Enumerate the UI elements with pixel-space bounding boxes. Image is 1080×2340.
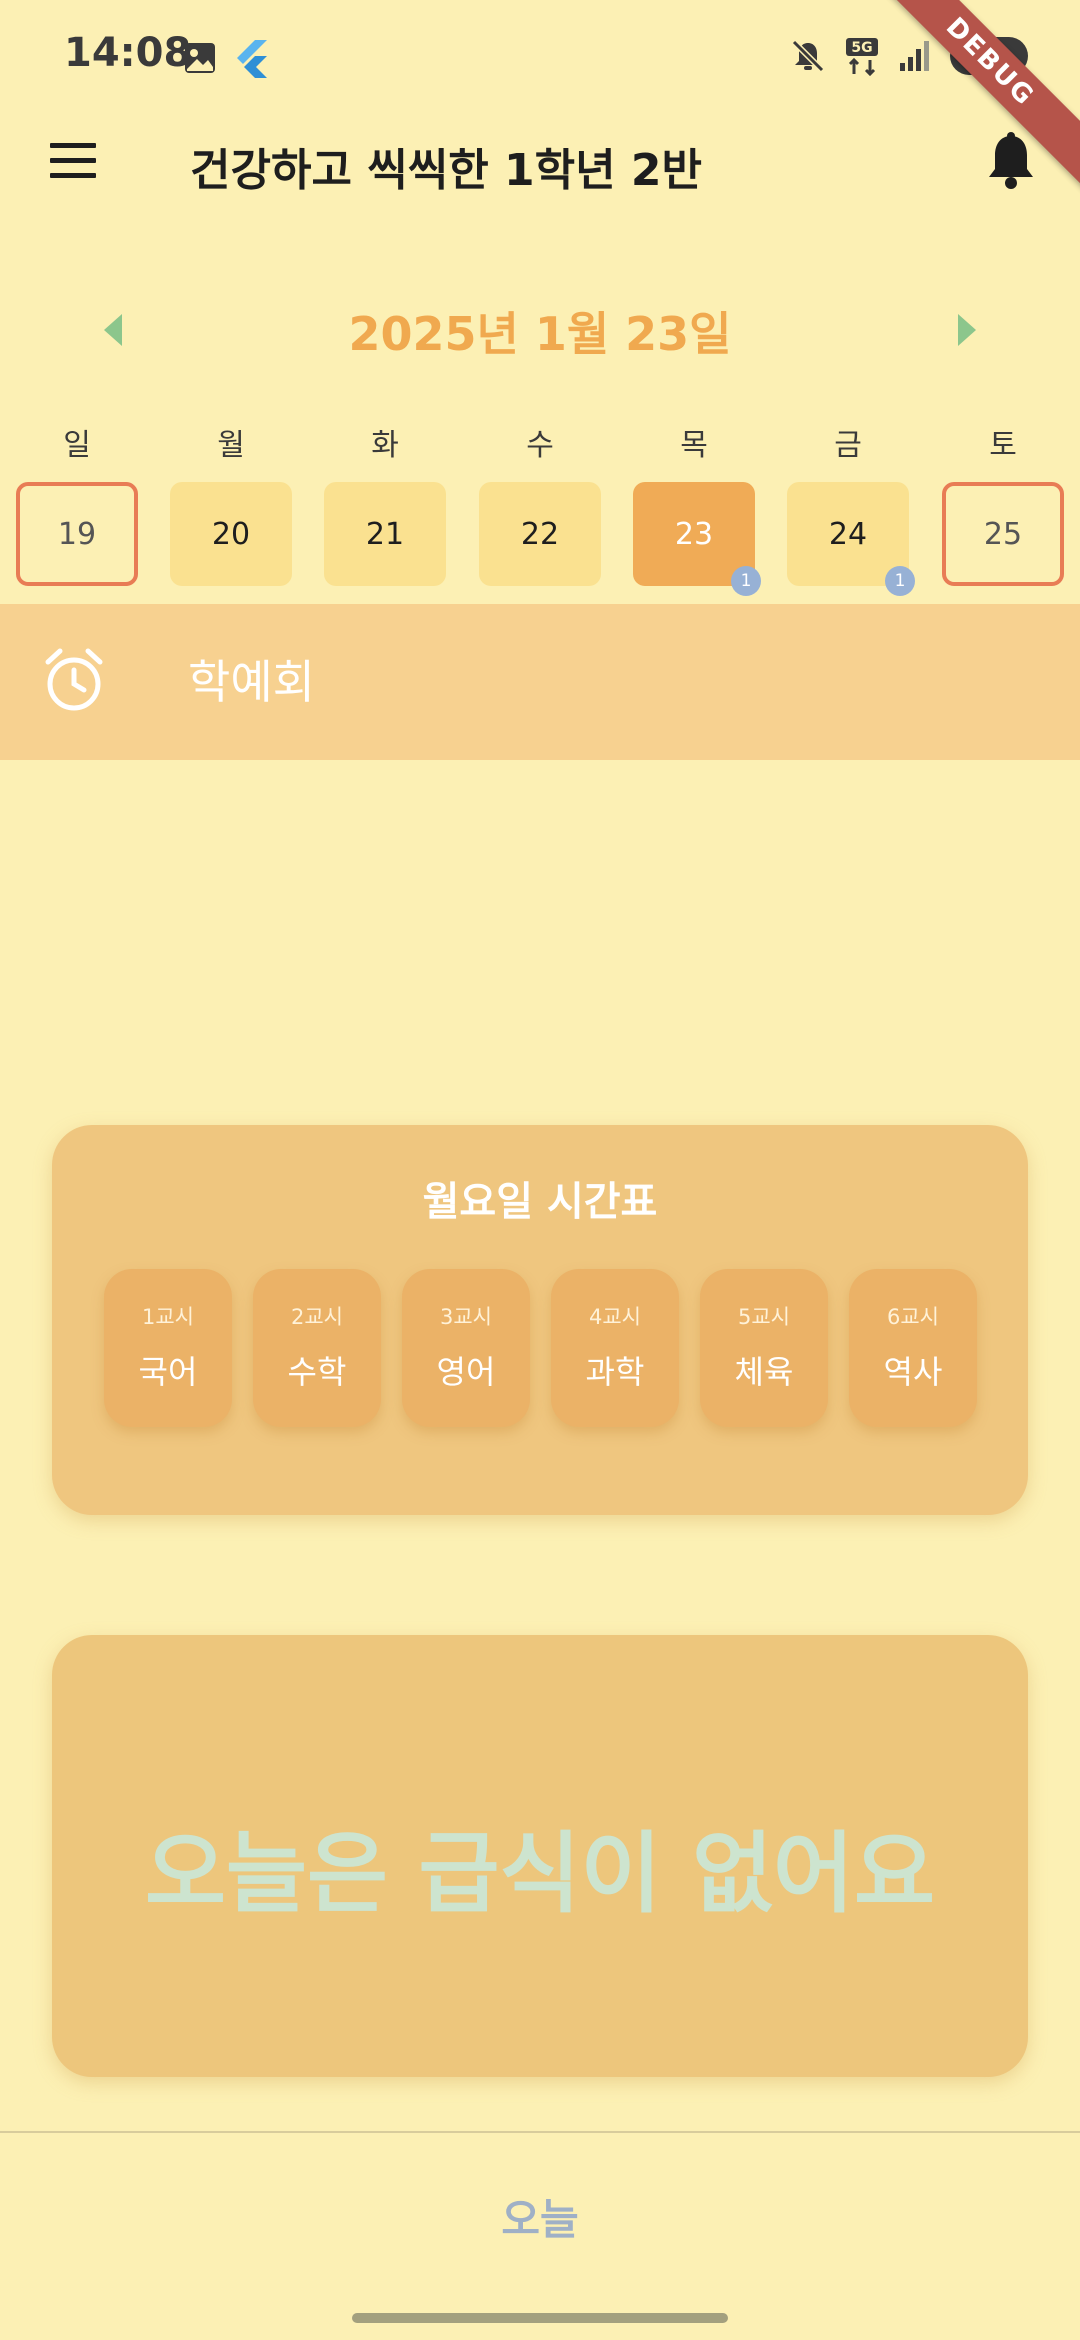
home-indicator[interactable] [352,2313,728,2323]
hamburger-menu-icon [50,143,96,178]
day-cell-monday[interactable]: 20 [170,482,292,586]
period-number: 3교시 [439,1305,492,1329]
flutter-icon [237,40,267,78]
gallery-icon [185,43,215,73]
weekday-header-row: 일 월 화 수 목 금 토 [0,420,1080,470]
day-number: 19 [57,516,97,552]
alarm-clock-icon [45,648,103,711]
period-subject: 국어 [138,1353,198,1391]
period-number: 2교시 [290,1305,343,1329]
day-number: 25 [983,516,1023,552]
period-number: 5교시 [737,1305,790,1329]
period-subject: 체육 [734,1353,794,1391]
timetable-card: 월요일 시간표 1교시 국어 2교시 수학 3교시 영어 4교시 과학 5교시 … [52,1125,1028,1515]
day-number: 24 [828,516,868,552]
status-time: 14:08 [64,30,192,76]
timetable-title: 월요일 시간표 [422,1179,658,1225]
bottom-divider [0,2131,1080,2133]
weekday-label: 목 [680,428,708,463]
day-number: 22 [520,516,560,552]
notification-button[interactable] [978,128,1044,194]
network-5g-icon: 5G [846,38,878,76]
day-number: 20 [211,516,251,552]
app-screen: 14:08 5G DEBUG 건강하고 씩씩한 1학년 2반 2025년 1월 … [0,0,1080,2340]
weekday-label: 수 [526,428,554,463]
day-number: 21 [365,516,405,552]
meal-card: 오늘은 급식이 없어요 [52,1635,1028,2077]
period-card[interactable]: 2교시 수학 [253,1269,381,1427]
menu-button[interactable] [40,130,106,190]
event-count-badge: 1 [885,566,915,596]
app-bar: 건강하고 씩씩한 1학년 2반 [0,110,1080,210]
period-card[interactable]: 1교시 국어 [104,1269,232,1427]
day-number: 23 [674,516,714,552]
period-subject: 역사 [883,1353,943,1391]
period-card[interactable]: 6교시 역사 [849,1269,977,1427]
svg-text:5G: 5G [851,40,872,56]
weekday-label: 토 [989,428,1017,463]
day-cell-friday[interactable]: 24 1 [787,482,915,596]
signal-icon [900,41,929,71]
bell-icon [989,132,1033,189]
period-card[interactable]: 3교시 영어 [402,1269,530,1427]
day-cell-saturday[interactable]: 25 [942,482,1064,586]
period-number: 4교시 [588,1305,641,1329]
week-day-row: 19 20 21 22 23 1 24 1 25 [0,482,1080,596]
status-bar: 14:08 5G DEBUG [0,0,1080,205]
today-button[interactable]: 오늘 [0,2186,1080,2247]
current-date-label: 2025년 1월 23일 [348,307,732,361]
period-number: 1교시 [141,1305,194,1329]
day-cell-thursday-selected[interactable]: 23 1 [633,482,761,596]
period-number: 6교시 [886,1305,939,1329]
event-count-badge: 1 [731,566,761,596]
weekday-label: 월 [217,428,245,463]
mute-icon [791,39,825,73]
event-banner[interactable]: 학예회 [0,604,1080,760]
weekday-label: 일 [63,428,91,463]
period-subject: 과학 [585,1353,645,1391]
weekday-label: 화 [371,428,399,463]
period-card[interactable]: 5교시 체육 [700,1269,828,1427]
weekday-label: 금 [834,428,862,463]
period-subject: 수학 [287,1353,347,1391]
meal-message: 오늘은 급식이 없어요 [145,1822,935,1925]
date-navigator: 2025년 1월 23일 [0,290,1080,370]
period-list: 1교시 국어 2교시 수학 3교시 영어 4교시 과학 5교시 체육 6교시 역… [104,1269,984,1429]
period-subject: 영어 [436,1353,496,1391]
period-card[interactable]: 4교시 과학 [551,1269,679,1427]
day-cell-tuesday[interactable]: 21 [324,482,446,586]
day-cell-sunday[interactable]: 19 [16,482,138,586]
page-title: 건강하고 씩씩한 1학년 2반 [190,145,702,196]
event-title: 학예회 [188,655,315,709]
day-cell-wednesday[interactable]: 22 [479,482,601,586]
caret-right-icon [958,314,976,346]
next-week-button[interactable] [952,310,982,350]
